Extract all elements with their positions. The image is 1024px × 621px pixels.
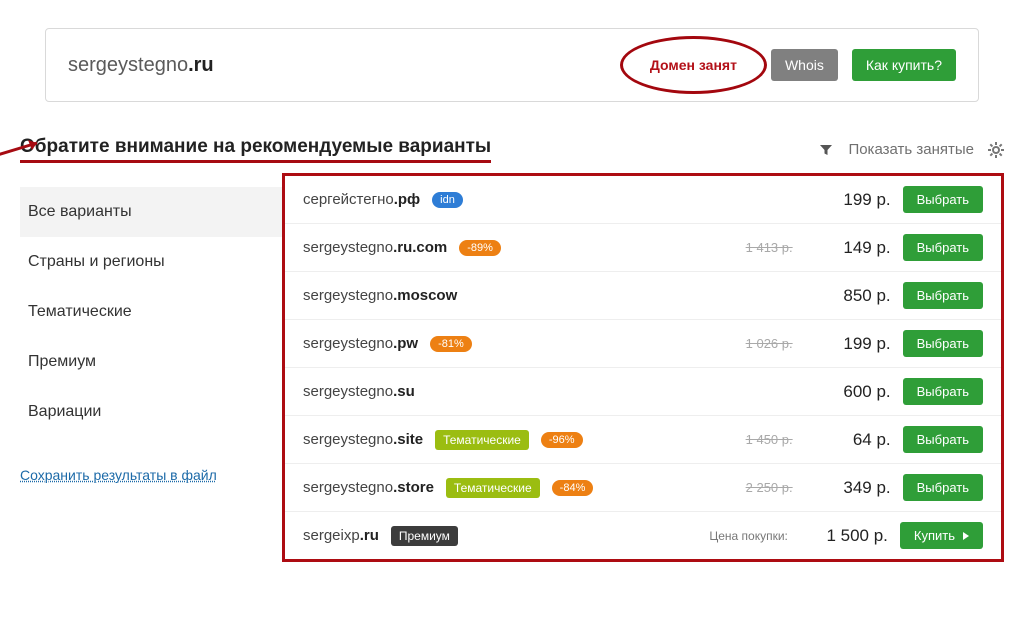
- price: 349 р.: [809, 478, 891, 498]
- badge: -84%: [552, 480, 594, 496]
- result-row: сергейстегно.рф idn 199 р. Выбрать: [285, 176, 1001, 223]
- price: 850 р.: [809, 286, 891, 306]
- status-area: Домен занят Whois Как купить?: [630, 49, 956, 81]
- domain-name[interactable]: sergeystegno.ru.com: [303, 239, 447, 256]
- badge: idn: [432, 192, 463, 208]
- old-price: 1 026 р.: [746, 336, 793, 351]
- price: 149 р.: [809, 238, 891, 258]
- badge: -96%: [541, 432, 583, 448]
- select-button[interactable]: Выбрать: [903, 330, 983, 357]
- result-row: sergeystegno.pw -81% 1 026 р. 199 р. Выбрать: [285, 319, 1001, 367]
- badge: Премиум: [391, 526, 458, 546]
- domain-name[interactable]: sergeystegno.pw: [303, 335, 418, 352]
- section-heading: Обратите внимание на рекомендуемые вариа…: [20, 136, 1004, 163]
- result-row: sergeystegno.ru.com -89% 1 413 р. 149 р. Выб…: [285, 223, 1001, 271]
- sidebar-item-all[interactable]: Все варианты: [20, 187, 282, 237]
- price: 1 500 р.: [806, 526, 888, 546]
- select-button[interactable]: Выбрать: [903, 282, 983, 309]
- select-button[interactable]: Выбрать: [903, 474, 983, 501]
- price-label: Цена покупки:: [709, 529, 788, 543]
- whois-button[interactable]: Whois: [771, 49, 838, 81]
- select-button[interactable]: Выбрать: [903, 186, 983, 213]
- result-row: sergeystegno.store Тематические -84% 2 250 …: [285, 463, 1001, 511]
- content: Все варианты Страны и регионы Тематическ…: [20, 169, 1004, 562]
- sidebar: Все варианты Страны и регионы Тематическ…: [20, 169, 282, 485]
- domain-name[interactable]: sergeystegno.site: [303, 431, 423, 448]
- price: 64 р.: [809, 430, 891, 450]
- search-box: sergeystegno.ru Домен занят Whois Как ку…: [45, 28, 979, 102]
- badge: -81%: [430, 336, 472, 352]
- result-row: sergeixp.ru Премиум Цена покупки: 1 500 р. К…: [285, 511, 1001, 559]
- old-price: 1 413 р.: [746, 240, 793, 255]
- old-price: 2 250 р.: [746, 480, 793, 495]
- show-taken-toggle[interactable]: Показать занятые: [848, 141, 974, 158]
- domain-base: sergeystegno: [68, 54, 188, 76]
- sidebar-item-variations[interactable]: Вариации: [20, 387, 282, 437]
- select-button[interactable]: Выбрать: [903, 426, 983, 453]
- select-button[interactable]: Выбрать: [903, 378, 983, 405]
- domain-taken-text: Домен занят: [650, 57, 737, 73]
- save-results-link[interactable]: Сохранить результаты в файл: [20, 467, 217, 483]
- badge: -89%: [459, 240, 501, 256]
- sidebar-item-thematic[interactable]: Тематические: [20, 287, 282, 337]
- old-price: 1 450 р.: [746, 432, 793, 447]
- domain-taken-status: Домен занят: [630, 51, 757, 79]
- section-title: Обратите внимание на рекомендуемые вариа…: [20, 136, 491, 163]
- domain-name[interactable]: sergeixp.ru: [303, 527, 379, 544]
- gear-icon[interactable]: [988, 142, 1004, 158]
- badge: Тематические: [435, 430, 529, 450]
- badge: Тематические: [446, 478, 540, 498]
- price: 199 р.: [809, 334, 891, 354]
- results-table: сергейстегно.рфidn199 р.Выбратьsergeyste…: [282, 173, 1004, 562]
- sidebar-item-premium[interactable]: Премиум: [20, 337, 282, 387]
- domain-name[interactable]: sergeystegno.su: [303, 383, 415, 400]
- domain-name[interactable]: sergeystegno.store: [303, 479, 434, 496]
- domain-name[interactable]: sergeystegno.moscow: [303, 287, 457, 304]
- sidebar-item-regions[interactable]: Страны и регионы: [20, 237, 282, 287]
- select-button[interactable]: Выбрать: [903, 234, 983, 261]
- result-row: sergeystegno.moscow 850 р. Выбрать: [285, 271, 1001, 319]
- result-row: sergeystegno.su 600 р. Выбрать: [285, 367, 1001, 415]
- domain-input[interactable]: sergeystegno.ru: [68, 54, 630, 77]
- result-row: sergeystegno.site Тематические -96% 1 450 р…: [285, 415, 1001, 463]
- how-to-buy-button[interactable]: Как купить?: [852, 49, 956, 81]
- results-toolbar: Показать занятые: [818, 141, 1004, 158]
- price: 199 р.: [809, 190, 891, 210]
- domain-tld: .ru: [188, 54, 214, 76]
- price: 600 р.: [809, 382, 891, 402]
- filter-icon[interactable]: [818, 142, 834, 158]
- buy-button[interactable]: Купить: [900, 522, 983, 549]
- domain-name[interactable]: сергейстегно.рф: [303, 191, 420, 208]
